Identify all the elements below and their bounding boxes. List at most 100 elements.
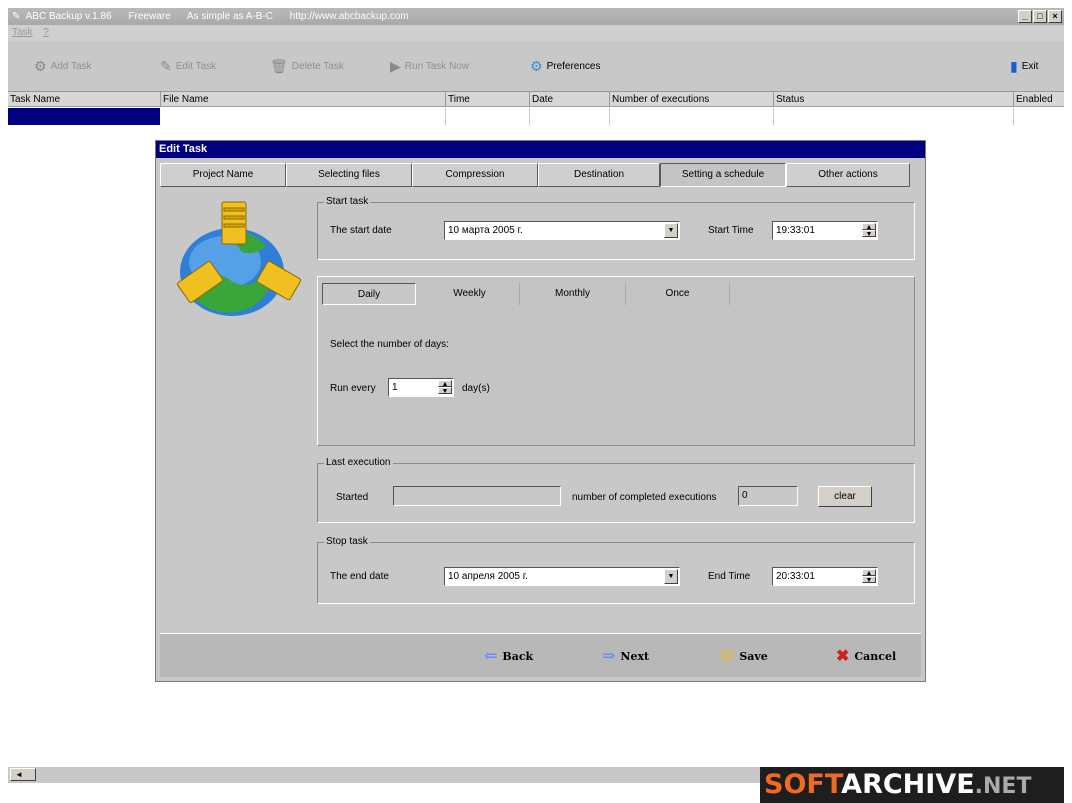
start-task-legend: Start task xyxy=(324,196,371,208)
cancel-label: Cancel xyxy=(854,649,897,663)
frequency-panel: Daily Weekly Monthly Once Select the num… xyxy=(317,276,915,446)
delete-task-button[interactable]: 🗑 Delete Task xyxy=(270,55,344,77)
window-titlebar: ✎ ABC Backup v.1.86 Freeware As simple a… xyxy=(8,8,1064,25)
selected-cell[interactable] xyxy=(8,108,160,125)
trash-icon: 🗑 xyxy=(270,58,288,74)
end-date-value: 10 апреля 2005 г. xyxy=(448,571,528,582)
last-execution-group: Last execution Started number of complet… xyxy=(317,457,915,523)
end-time-value: 20:33:01 xyxy=(776,571,815,582)
tab-compression[interactable]: Compression xyxy=(412,163,538,187)
cancel-button[interactable]: ✖ Cancel xyxy=(836,646,896,666)
exit-button[interactable]: ▮ Exit xyxy=(1010,55,1038,77)
col-enabled[interactable]: Enabled xyxy=(1014,92,1064,107)
run-icon: ▶ xyxy=(390,58,401,74)
col-task-name[interactable]: Task Name xyxy=(8,92,161,107)
preferences-button[interactable]: ⚙ Preferences xyxy=(530,55,600,77)
tab-selecting-files[interactable]: Selecting files xyxy=(286,163,412,187)
menu-bar: Task ? xyxy=(8,25,1064,41)
title-url: http://www.abcbackup.com xyxy=(289,11,409,22)
col-status[interactable]: Status xyxy=(774,92,1014,107)
horizontal-scrollbar[interactable]: ◄ xyxy=(8,767,760,783)
next-button[interactable]: ⇒ Next xyxy=(602,646,649,666)
col-file-name[interactable]: File Name xyxy=(161,92,446,107)
stop-task-group: Stop task The end date 10 апреля 2005 г.… xyxy=(317,536,915,604)
menu-task[interactable]: Task xyxy=(12,27,33,38)
tab-other-actions[interactable]: Other actions xyxy=(786,163,910,187)
table-cell xyxy=(530,108,610,125)
start-time-value: 19:33:01 xyxy=(776,225,815,236)
edit-task-icon: ✎ xyxy=(160,58,172,74)
edit-task-label: Edit Task xyxy=(175,60,217,72)
add-task-icon: ⚙ xyxy=(34,58,47,74)
back-label: Back xyxy=(502,649,534,663)
end-time-field[interactable]: 20:33:01 ▲ ▼ xyxy=(772,567,878,586)
dialog-title: Edit Task xyxy=(156,141,925,158)
started-label: Started xyxy=(336,492,369,503)
chevron-down-icon[interactable]: ▼ xyxy=(664,569,678,584)
col-time[interactable]: Time xyxy=(446,92,530,107)
started-field xyxy=(393,486,561,506)
start-time-spinner[interactable]: ▲ ▼ xyxy=(862,223,876,238)
arrow-left-icon: ⇐ xyxy=(484,646,498,665)
close-button[interactable]: × xyxy=(1048,10,1062,23)
title-app-name: ABC Backup v.1.86 xyxy=(25,11,112,22)
run-every-label: Run every xyxy=(330,383,376,394)
end-time-label: End Time xyxy=(708,571,751,582)
run-task-now-label: Run Task Now xyxy=(404,60,470,72)
completed-executions-field: 0 xyxy=(738,486,798,506)
task-grid-header: Task Name File Name Time Date Number of … xyxy=(8,92,1064,107)
add-task-button[interactable]: ⚙ Add Task xyxy=(34,55,92,77)
days-unit-label: day(s) xyxy=(462,383,490,394)
start-time-field[interactable]: 19:33:01 ▲ ▼ xyxy=(772,221,878,240)
tab-project-name[interactable]: Project Name xyxy=(160,163,286,187)
table-cell xyxy=(774,108,1014,125)
start-time-label: Start Time xyxy=(708,225,754,236)
save-button[interactable]: ☺ Save xyxy=(720,646,768,666)
app-icon: ✎ xyxy=(12,11,21,22)
menu-help[interactable]: ? xyxy=(43,27,49,38)
cancel-icon: ✖ xyxy=(836,646,850,665)
next-label: Next xyxy=(620,649,650,663)
days-instruction: Select the number of days: xyxy=(330,339,449,350)
completed-executions-label: number of completed executions xyxy=(572,492,717,503)
tab-destination[interactable]: Destination xyxy=(538,163,660,187)
start-date-label: The start date xyxy=(330,225,392,236)
col-executions[interactable]: Number of executions xyxy=(610,92,774,107)
maximize-button[interactable]: □ xyxy=(1033,10,1047,23)
scroll-left-icon[interactable]: ◄ xyxy=(10,768,36,781)
completed-executions-value: 0 xyxy=(742,490,748,501)
tab-monthly[interactable]: Monthly xyxy=(520,283,626,305)
watermark-archive: ARCHIVE xyxy=(841,769,975,800)
schedule-panel: Start task The start date 10 марта 2005 … xyxy=(160,188,921,628)
arrow-right-icon: ⇒ xyxy=(602,646,616,665)
table-row[interactable] xyxy=(8,108,1064,125)
minimize-button[interactable]: _ xyxy=(1018,10,1032,23)
run-every-spinner[interactable]: ▲ ▼ xyxy=(438,380,452,395)
save-label: Save xyxy=(739,649,768,663)
run-every-value: 1 xyxy=(392,382,398,393)
add-task-label: Add Task xyxy=(50,60,92,72)
run-task-now-button[interactable]: ▶ Run Task Now xyxy=(390,55,469,77)
table-cell xyxy=(161,108,446,125)
edit-task-button[interactable]: ✎ Edit Task xyxy=(160,55,216,77)
table-cell xyxy=(610,108,774,125)
end-date-picker[interactable]: 10 апреля 2005 г. ▼ xyxy=(444,567,680,586)
gear-icon: ⚙ xyxy=(530,58,543,74)
table-cell xyxy=(446,108,530,125)
start-date-value: 10 марта 2005 г. xyxy=(448,225,523,236)
start-date-picker[interactable]: 10 марта 2005 г. ▼ xyxy=(444,221,680,240)
tab-once[interactable]: Once xyxy=(626,283,730,305)
chevron-down-icon[interactable]: ▼ xyxy=(664,223,678,238)
col-date[interactable]: Date xyxy=(530,92,610,107)
end-time-spinner[interactable]: ▲ ▼ xyxy=(862,569,876,584)
back-button[interactable]: ⇐ Back xyxy=(484,646,533,666)
toolbar: ⚙ Add Task ✎ Edit Task 🗑 Delete Task ▶ R… xyxy=(8,41,1064,92)
tab-weekly[interactable]: Weekly xyxy=(420,283,520,305)
run-every-stepper[interactable]: 1 ▲ ▼ xyxy=(388,378,454,397)
stop-task-legend: Stop task xyxy=(324,536,370,548)
clear-button[interactable]: clear xyxy=(818,486,872,507)
tab-setting-schedule[interactable]: Setting a schedule xyxy=(660,163,786,187)
dialog-footer: ⇐ Back ⇒ Next ☺ Save ✖ Cancel xyxy=(160,633,921,677)
edit-task-dialog: Edit Task Project Name Selecting files C… xyxy=(155,140,926,682)
tab-daily[interactable]: Daily xyxy=(322,283,416,305)
